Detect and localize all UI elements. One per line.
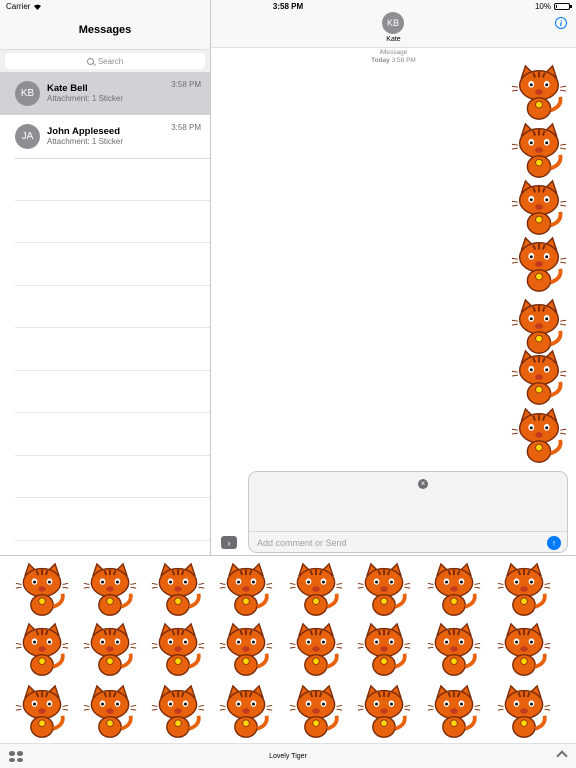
drawer-sticker[interactable]: [150, 684, 206, 745]
info-icon[interactable]: i: [555, 17, 567, 29]
empty-row: [15, 371, 210, 413]
empty-row: [15, 243, 210, 286]
contact-avatar[interactable]: KB: [382, 12, 404, 34]
avatar: JA: [15, 124, 40, 149]
clock: 3:58 PM: [272, 1, 304, 11]
drawer-sticker[interactable]: [14, 684, 70, 745]
drawer-sticker[interactable]: [356, 562, 412, 623]
drawer-sticker[interactable]: [218, 562, 274, 623]
sent-sticker[interactable]: [510, 64, 568, 127]
sent-sticker[interactable]: [510, 179, 568, 242]
drawer-sticker[interactable]: [150, 622, 206, 683]
search-bar: Search: [0, 50, 210, 72]
comment-input[interactable]: Add comment or Send: [257, 538, 347, 548]
empty-row: [15, 498, 210, 541]
message-composer[interactable]: × Add comment or Send ↑: [248, 471, 568, 553]
wifi-icon: [34, 4, 42, 10]
sent-sticker[interactable]: [510, 122, 568, 185]
conversation-time: 3:58 PM: [171, 80, 201, 89]
drawer-sticker[interactable]: [288, 622, 344, 683]
conversation-time: 3:58 PM: [171, 123, 201, 132]
drawer-sticker[interactable]: [150, 562, 206, 623]
time-label: 3:58 PM: [391, 56, 416, 64]
empty-row: [15, 201, 210, 243]
battery-percent: 10%: [534, 1, 551, 11]
day-label: Today: [371, 56, 390, 64]
drawer-sticker[interactable]: [218, 684, 274, 745]
drawer-sticker[interactable]: [288, 562, 344, 623]
drawer-sticker[interactable]: [288, 684, 344, 745]
service-label: iMessage: [379, 49, 408, 56]
drawer-sticker[interactable]: [14, 562, 70, 623]
drawer-sticker[interactable]: [426, 684, 482, 745]
drawer-sticker[interactable]: [496, 562, 552, 623]
app-drawer-icon[interactable]: [9, 751, 23, 762]
drawer-sticker[interactable]: [356, 622, 412, 683]
conversation-item-kate-bell[interactable]: KB Kate Bell Attachment: 1 Sticker 3:58 …: [0, 72, 210, 115]
empty-row: [15, 286, 210, 328]
remove-sticker-button[interactable]: ×: [418, 479, 428, 489]
sent-sticker[interactable]: [510, 349, 568, 412]
sticker-app-name: Lovely Tiger: [269, 752, 307, 760]
empty-row: [15, 158, 210, 201]
drawer-sticker[interactable]: [426, 622, 482, 683]
empty-row: [15, 328, 210, 371]
conversation-item-john-appleseed[interactable]: JA John Appleseed Attachment: 1 Sticker …: [0, 115, 210, 158]
sent-sticker[interactable]: [510, 236, 568, 299]
search-placeholder: Search: [97, 56, 124, 66]
drawer-sticker[interactable]: [496, 622, 552, 683]
app-drawer-bar: Lovely Tiger: [0, 743, 576, 768]
conversation-preview: Attachment: 1 Sticker: [47, 137, 124, 147]
avatar: KB: [15, 81, 40, 106]
search-input[interactable]: Search: [5, 53, 205, 69]
battery-icon: [554, 2, 572, 10]
contact-name[interactable]: Kate: [211, 36, 576, 43]
conversation-list-pane: Messages Search KB Kate Bell Attachment:…: [0, 0, 211, 555]
expand-apps-button[interactable]: ›: [221, 536, 237, 549]
status-bar: Carrier 3:58 PM 10%: [0, 0, 576, 12]
empty-list-rows: [15, 158, 210, 541]
chevron-up-icon[interactable]: [556, 750, 568, 762]
drawer-sticker[interactable]: [496, 684, 552, 745]
sidebar-title: Messages: [78, 24, 132, 36]
drawer-sticker[interactable]: [426, 562, 482, 623]
carrier-label: Carrier: [6, 1, 31, 11]
conversation-preview: Attachment: 1 Sticker: [47, 94, 124, 104]
drawer-sticker[interactable]: [82, 562, 138, 623]
sent-sticker[interactable]: [510, 407, 568, 470]
drawer-sticker[interactable]: [218, 622, 274, 683]
search-icon: [86, 57, 94, 65]
drawer-sticker[interactable]: [82, 684, 138, 745]
drawer-sticker[interactable]: [82, 622, 138, 683]
drawer-sticker[interactable]: [14, 622, 70, 683]
staged-sticker-area: [249, 472, 567, 532]
empty-row: [15, 456, 210, 498]
send-button[interactable]: ↑: [547, 536, 561, 550]
empty-row: [15, 413, 210, 456]
drawer-sticker[interactable]: [356, 684, 412, 745]
message-timestamp: iMessage Today 3:58 PM: [211, 49, 576, 65]
